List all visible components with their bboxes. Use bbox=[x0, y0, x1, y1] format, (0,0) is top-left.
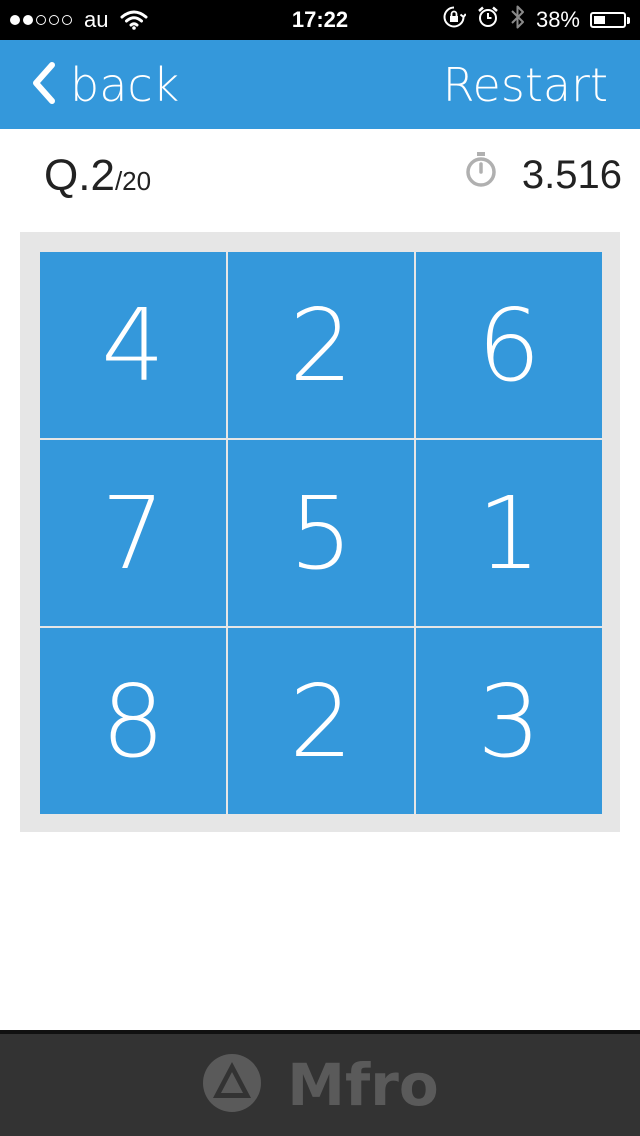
battery-percent: 38% bbox=[535, 7, 580, 32]
question-total: /20 bbox=[114, 166, 152, 196]
timer-value: 3.516 bbox=[521, 152, 622, 197]
question-prefix: Q. bbox=[44, 151, 91, 200]
grid-cell[interactable]: 6 bbox=[416, 252, 602, 438]
grid-cell[interactable]: 2 bbox=[228, 252, 414, 438]
puzzle-board: 4 2 6 7 5 1 8 2 3 bbox=[20, 232, 620, 832]
status-right: 38% bbox=[442, 0, 630, 40]
grid-cell[interactable]: 3 bbox=[416, 628, 602, 814]
grid-cell[interactable]: 5 bbox=[228, 440, 414, 626]
stopwatch-icon bbox=[464, 151, 498, 199]
bluetooth-icon bbox=[510, 4, 526, 36]
battery-fill bbox=[594, 16, 605, 24]
number-grid: 4 2 6 7 5 1 8 2 3 bbox=[40, 252, 602, 814]
brand-name: Mfro bbox=[287, 1051, 439, 1119]
grid-cell[interactable]: 8 bbox=[40, 628, 226, 814]
grid-cell[interactable]: 1 bbox=[416, 440, 602, 626]
battery-body bbox=[590, 12, 626, 28]
back-button[interactable]: back bbox=[30, 40, 179, 129]
question-counter: Q.2/20 bbox=[44, 151, 151, 201]
restart-button[interactable]: Restart bbox=[443, 40, 608, 129]
back-label: back bbox=[70, 57, 180, 112]
grid-cell[interactable]: 2 bbox=[228, 628, 414, 814]
grid-cell[interactable]: 4 bbox=[40, 252, 226, 438]
status-bar: au 17:22 38% bbox=[0, 0, 640, 40]
footer-banner: Mfro bbox=[0, 1030, 640, 1136]
alarm-icon bbox=[476, 5, 500, 35]
rotation-lock-icon bbox=[442, 5, 467, 35]
chevron-left-icon bbox=[30, 61, 56, 109]
footer-logo: Mfro bbox=[0, 1034, 640, 1136]
mfro-logo-icon bbox=[201, 1052, 263, 1118]
info-row: Q.2/20 3.516 bbox=[0, 129, 640, 232]
grid-cell[interactable]: 7 bbox=[40, 440, 226, 626]
timer: 3.516 bbox=[464, 151, 622, 199]
battery-tip bbox=[627, 16, 630, 24]
nav-bar: back Restart bbox=[0, 40, 640, 129]
battery-icon bbox=[590, 12, 630, 28]
question-number: 2 bbox=[90, 151, 115, 200]
